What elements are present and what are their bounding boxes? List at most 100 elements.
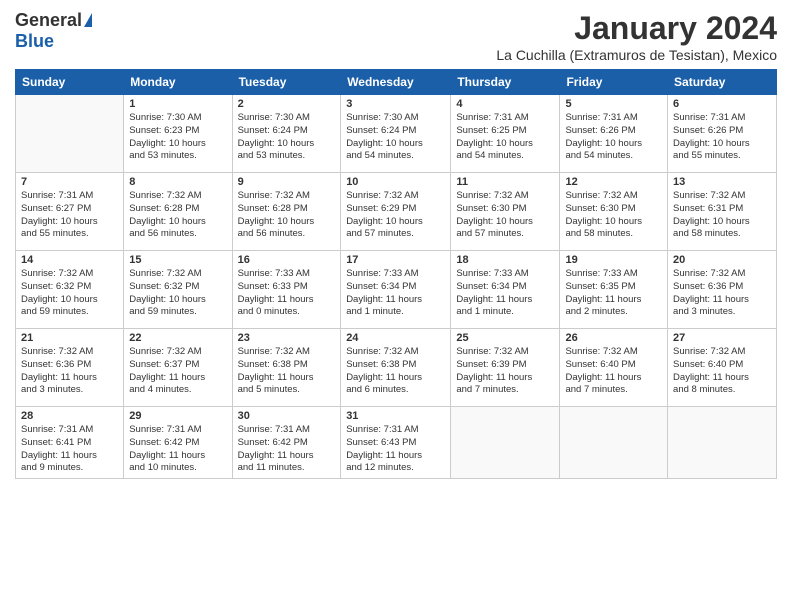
day-info: Sunrise: 7:32 AM Sunset: 6:40 PM Dayligh… — [565, 346, 662, 397]
calendar-cell: 15 Sunrise: 7:32 AM Sunset: 6:32 PM Dayli… — [124, 251, 232, 329]
day-number: 1 — [129, 98, 226, 110]
day-info: Sunrise: 7:32 AM Sunset: 6:32 PM Dayligh… — [21, 268, 118, 319]
day-number: 20 — [673, 254, 771, 266]
calendar-cell: 27 Sunrise: 7:32 AM Sunset: 6:40 PM Dayli… — [668, 329, 777, 407]
day-number: 4 — [456, 98, 554, 110]
day-info: Sunrise: 7:31 AM Sunset: 6:26 PM Dayligh… — [673, 112, 771, 163]
day-number: 28 — [21, 410, 118, 422]
calendar-cell: 20 Sunrise: 7:32 AM Sunset: 6:36 PM Dayli… — [668, 251, 777, 329]
day-info: Sunrise: 7:32 AM Sunset: 6:30 PM Dayligh… — [456, 190, 554, 241]
day-info: Sunrise: 7:32 AM Sunset: 6:30 PM Dayligh… — [565, 190, 662, 241]
calendar-week-row: 21 Sunrise: 7:32 AM Sunset: 6:36 PM Dayli… — [16, 329, 777, 407]
calendar-day-header: Tuesday — [232, 70, 341, 95]
day-info: Sunrise: 7:32 AM Sunset: 6:31 PM Dayligh… — [673, 190, 771, 241]
day-number: 30 — [238, 410, 336, 422]
day-info: Sunrise: 7:32 AM Sunset: 6:39 PM Dayligh… — [456, 346, 554, 397]
calendar-cell: 9 Sunrise: 7:32 AM Sunset: 6:28 PM Daylig… — [232, 173, 341, 251]
calendar-cell: 6Sunrise: 7:31 AM Sunset: 6:26 PM Daylig… — [668, 95, 777, 173]
logo-triangle-icon — [84, 13, 92, 27]
calendar-cell: 30 Sunrise: 7:31 AM Sunset: 6:42 PM Dayli… — [232, 407, 341, 479]
day-info: Sunrise: 7:31 AM Sunset: 6:41 PM Dayligh… — [21, 424, 118, 475]
calendar-cell — [560, 407, 668, 479]
day-number: 18 — [456, 254, 554, 266]
calendar-cell: 13 Sunrise: 7:32 AM Sunset: 6:31 PM Dayli… — [668, 173, 777, 251]
subtitle: La Cuchilla (Extramuros de Tesistan), Me… — [496, 47, 777, 63]
calendar-cell: 22Sunrise: 7:32 AM Sunset: 6:37 PM Dayli… — [124, 329, 232, 407]
day-info: Sunrise: 7:32 AM Sunset: 6:28 PM Dayligh… — [129, 190, 226, 241]
day-info: Sunrise: 7:32 AM Sunset: 6:38 PM Dayligh… — [346, 346, 445, 397]
day-number: 26 — [565, 332, 662, 344]
logo-general-text: General — [15, 10, 82, 31]
day-number: 2 — [238, 98, 336, 110]
day-number: 11 — [456, 176, 554, 188]
day-info: Sunrise: 7:31 AM Sunset: 6:25 PM Dayligh… — [456, 112, 554, 163]
day-info: Sunrise: 7:31 AM Sunset: 6:42 PM Dayligh… — [129, 424, 226, 475]
calendar-week-row: 14 Sunrise: 7:32 AM Sunset: 6:32 PM Dayli… — [16, 251, 777, 329]
day-number: 10 — [346, 176, 445, 188]
day-info: Sunrise: 7:32 AM Sunset: 6:38 PM Dayligh… — [238, 346, 336, 397]
calendar-cell: 10Sunrise: 7:32 AM Sunset: 6:29 PM Dayli… — [341, 173, 451, 251]
day-info: Sunrise: 7:33 AM Sunset: 6:34 PM Dayligh… — [456, 268, 554, 319]
day-info: Sunrise: 7:32 AM Sunset: 6:28 PM Dayligh… — [238, 190, 336, 241]
logo-text: General — [15, 10, 92, 31]
calendar-header-row: SundayMondayTuesdayWednesdayThursdayFrid… — [16, 70, 777, 95]
day-info: Sunrise: 7:33 AM Sunset: 6:33 PM Dayligh… — [238, 268, 336, 319]
calendar-cell: 29 Sunrise: 7:31 AM Sunset: 6:42 PM Dayli… — [124, 407, 232, 479]
calendar-cell: 21 Sunrise: 7:32 AM Sunset: 6:36 PM Dayli… — [16, 329, 124, 407]
day-number: 3 — [346, 98, 445, 110]
calendar-day-header: Friday — [560, 70, 668, 95]
day-number: 22 — [129, 332, 226, 344]
logo-blue-text: Blue — [15, 31, 54, 52]
day-number: 24 — [346, 332, 445, 344]
calendar-cell: 23 Sunrise: 7:32 AM Sunset: 6:38 PM Dayli… — [232, 329, 341, 407]
day-number: 19 — [565, 254, 662, 266]
logo: General Blue — [15, 10, 92, 52]
calendar-day-header: Wednesday — [341, 70, 451, 95]
day-number: 25 — [456, 332, 554, 344]
calendar-cell: 2Sunrise: 7:30 AM Sunset: 6:24 PM Daylig… — [232, 95, 341, 173]
day-number: 21 — [21, 332, 118, 344]
day-number: 31 — [346, 410, 445, 422]
day-number: 5 — [565, 98, 662, 110]
day-info: Sunrise: 7:31 AM Sunset: 6:42 PM Dayligh… — [238, 424, 336, 475]
day-number: 16 — [238, 254, 336, 266]
title-block: January 2024 La Cuchilla (Extramuros de … — [496, 10, 777, 63]
day-info: Sunrise: 7:31 AM Sunset: 6:27 PM Dayligh… — [21, 190, 118, 241]
calendar-cell: 16 Sunrise: 7:33 AM Sunset: 6:33 PM Dayli… — [232, 251, 341, 329]
day-info: Sunrise: 7:33 AM Sunset: 6:34 PM Dayligh… — [346, 268, 445, 319]
page: General Blue January 2024 La Cuchilla (E… — [0, 0, 792, 612]
day-number: 23 — [238, 332, 336, 344]
calendar-cell: 5 Sunrise: 7:31 AM Sunset: 6:26 PM Daylig… — [560, 95, 668, 173]
calendar-cell: 3 Sunrise: 7:30 AM Sunset: 6:24 PM Daylig… — [341, 95, 451, 173]
header: General Blue January 2024 La Cuchilla (E… — [15, 10, 777, 63]
calendar-cell: 17Sunrise: 7:33 AM Sunset: 6:34 PM Dayli… — [341, 251, 451, 329]
day-number: 14 — [21, 254, 118, 266]
calendar-cell — [451, 407, 560, 479]
calendar-cell: 12 Sunrise: 7:32 AM Sunset: 6:30 PM Dayli… — [560, 173, 668, 251]
calendar-cell: 8 Sunrise: 7:32 AM Sunset: 6:28 PM Daylig… — [124, 173, 232, 251]
day-number: 15 — [129, 254, 226, 266]
calendar-cell — [16, 95, 124, 173]
day-info: Sunrise: 7:30 AM Sunset: 6:24 PM Dayligh… — [346, 112, 445, 163]
day-number: 27 — [673, 332, 771, 344]
calendar-cell: 25 Sunrise: 7:32 AM Sunset: 6:39 PM Dayli… — [451, 329, 560, 407]
day-info: Sunrise: 7:33 AM Sunset: 6:35 PM Dayligh… — [565, 268, 662, 319]
calendar-cell: 11 Sunrise: 7:32 AM Sunset: 6:30 PM Dayli… — [451, 173, 560, 251]
calendar-cell — [668, 407, 777, 479]
day-info: Sunrise: 7:32 AM Sunset: 6:36 PM Dayligh… — [21, 346, 118, 397]
day-number: 29 — [129, 410, 226, 422]
day-info: Sunrise: 7:32 AM Sunset: 6:32 PM Dayligh… — [129, 268, 226, 319]
day-number: 13 — [673, 176, 771, 188]
day-info: Sunrise: 7:31 AM Sunset: 6:26 PM Dayligh… — [565, 112, 662, 163]
day-info: Sunrise: 7:32 AM Sunset: 6:40 PM Dayligh… — [673, 346, 771, 397]
day-info: Sunrise: 7:30 AM Sunset: 6:23 PM Dayligh… — [129, 112, 226, 163]
calendar-day-header: Sunday — [16, 70, 124, 95]
calendar-cell: 24 Sunrise: 7:32 AM Sunset: 6:38 PM Dayli… — [341, 329, 451, 407]
day-info: Sunrise: 7:32 AM Sunset: 6:36 PM Dayligh… — [673, 268, 771, 319]
calendar-cell: 18 Sunrise: 7:33 AM Sunset: 6:34 PM Dayli… — [451, 251, 560, 329]
day-number: 9 — [238, 176, 336, 188]
day-number: 8 — [129, 176, 226, 188]
calendar-cell: 4 Sunrise: 7:31 AM Sunset: 6:25 PM Daylig… — [451, 95, 560, 173]
main-title: January 2024 — [496, 10, 777, 47]
day-number: 12 — [565, 176, 662, 188]
